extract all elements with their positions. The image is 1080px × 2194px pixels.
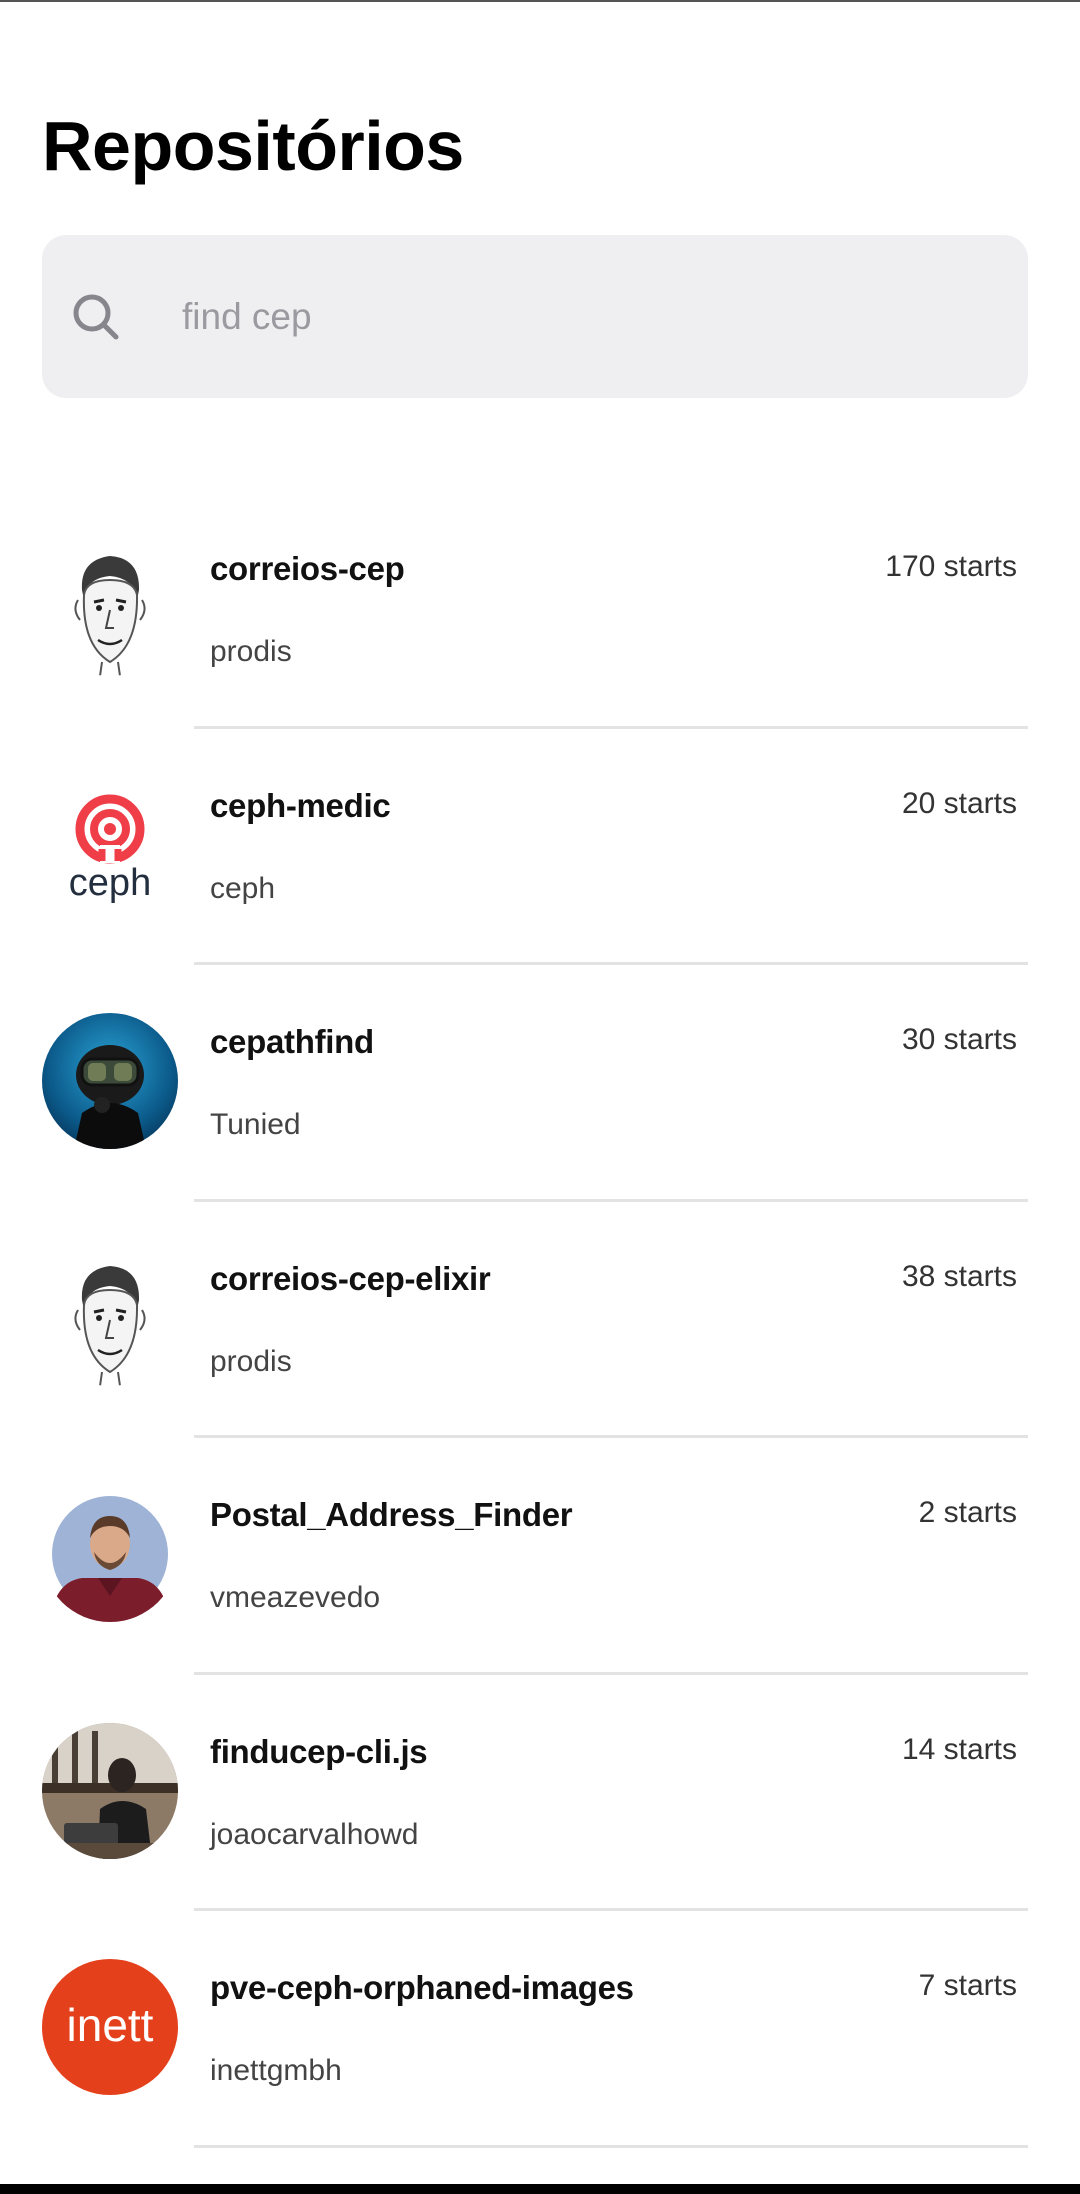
repo-owner: inettgmbh bbox=[210, 2054, 342, 2087]
navigation-bar bbox=[0, 2184, 1080, 2194]
list-item[interactable]: inett pve-ceph-orphaned-images 7 starts … bbox=[0, 1911, 1080, 2148]
person-photo bbox=[42, 1486, 178, 1622]
list-item[interactable]: ceph ceph-medic 20 starts ceph bbox=[0, 729, 1080, 965]
repo-owner: prodis bbox=[210, 1344, 292, 1378]
list-item[interactable]: Postal_Address_Finder 2 starts vmeazeved… bbox=[0, 1438, 1080, 1675]
repo-name: ceph-medic bbox=[210, 786, 391, 824]
search-input[interactable] bbox=[140, 235, 1000, 398]
repo-stars: 2 starts bbox=[918, 1496, 1017, 1529]
diver-photo bbox=[42, 1013, 178, 1149]
divider bbox=[194, 2144, 1028, 2148]
repo-stars: 14 starts bbox=[901, 1732, 1017, 1766]
list-item[interactable]: correios-cep 170 starts prodis bbox=[0, 492, 1080, 729]
status-divider bbox=[0, 0, 1080, 2]
repo-owner: ceph bbox=[210, 871, 276, 905]
caricature-avatar bbox=[42, 1249, 178, 1386]
repo-name: correios-cep-elixir bbox=[210, 1259, 491, 1297]
repo-name: finducep-cli.js bbox=[210, 1732, 428, 1770]
repo-stars: 7 starts bbox=[918, 1969, 1017, 2002]
search-bar[interactable] bbox=[42, 235, 1028, 398]
search-icon bbox=[66, 287, 126, 347]
repo-name: cepathfind bbox=[210, 1023, 374, 1060]
repositories-screen: Repositórios find cep correios-cep 170 s… bbox=[0, 0, 1080, 2194]
repo-owner: Tunied bbox=[210, 1108, 301, 1141]
repo-owner: vmeazevedo bbox=[210, 1581, 381, 1614]
list-item[interactable]: correios-cep-elixir 38 starts prodis bbox=[0, 1202, 1080, 1438]
repo-stars: 170 starts bbox=[885, 550, 1017, 583]
svg-text:inett: inett bbox=[67, 1999, 154, 2051]
caricature-avatar bbox=[42, 540, 178, 676]
page-title: Repositórios bbox=[42, 107, 464, 185]
repo-owner: prodis bbox=[210, 635, 292, 668]
list-item[interactable]: finducep-cli.js 14 starts joaocarvalhowd bbox=[0, 1675, 1080, 1911]
repo-stars: 38 starts bbox=[901, 1259, 1017, 1293]
repo-owner: joaocarvalhowd bbox=[210, 1817, 419, 1851]
repo-name: pve-ceph-orphaned-images bbox=[210, 1969, 634, 2006]
person-laptop-photo bbox=[42, 1722, 178, 1859]
ceph-logo: ceph bbox=[42, 776, 178, 913]
list-item[interactable]: cepathfind 30 starts Tunied bbox=[0, 965, 1080, 1202]
repo-name: correios-cep bbox=[210, 550, 405, 587]
svg-text:ceph: ceph bbox=[69, 862, 151, 904]
repo-stars: 30 starts bbox=[901, 1023, 1017, 1056]
inett-logo: inett bbox=[42, 1959, 178, 2095]
repository-list: correios-cep 170 starts prodis ceph ceph… bbox=[0, 492, 1080, 2148]
repo-stars: 20 starts bbox=[901, 786, 1017, 820]
repo-name: Postal_Address_Finder bbox=[210, 1496, 573, 1533]
